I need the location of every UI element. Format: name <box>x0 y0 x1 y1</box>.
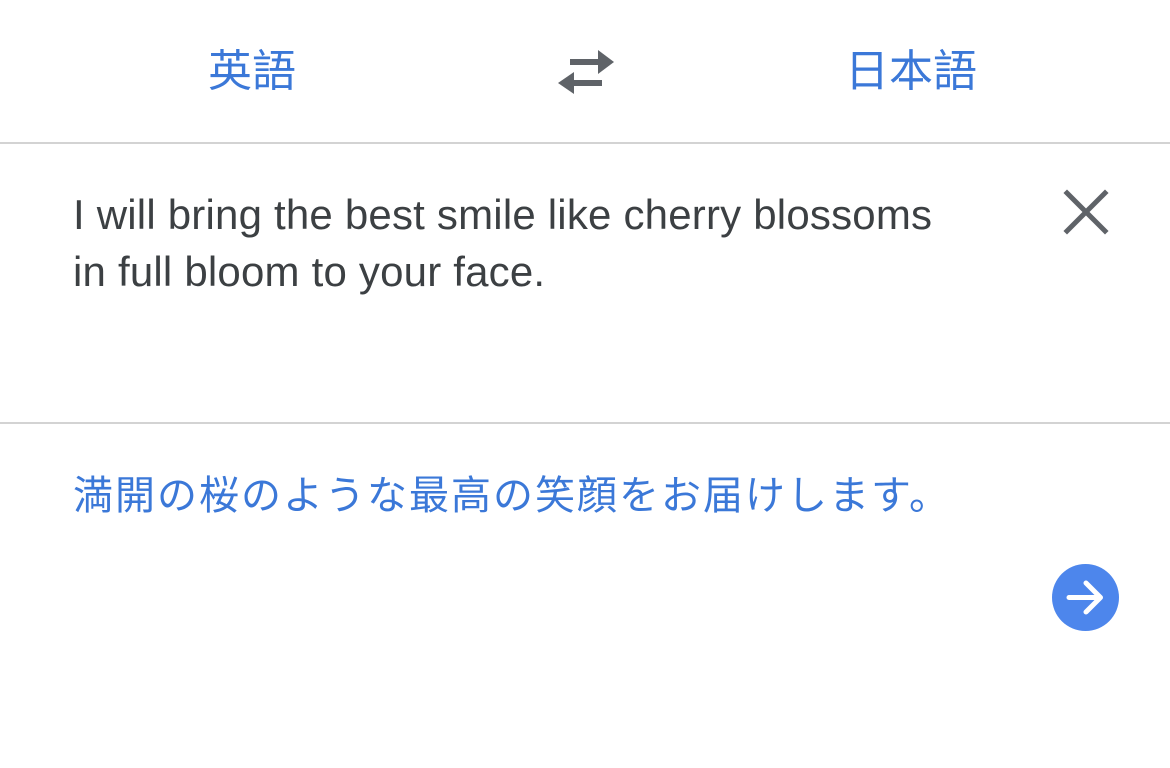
swap-languages-button[interactable] <box>556 50 616 96</box>
source-input-area[interactable]: I will bring the best smile like cherry … <box>0 144 1170 424</box>
language-bar: 英語 日本語 <box>0 0 1170 144</box>
source-language-button[interactable]: 英語 <box>208 40 296 104</box>
translate-app: 英語 日本語 I will bring the best smile like … <box>0 0 1170 768</box>
target-language-button[interactable]: 日本語 <box>845 40 977 104</box>
translation-result-area: 満開の桜のような最高の笑顔をお届けします。 <box>0 424 1170 768</box>
swap-arrows-icon <box>558 50 614 94</box>
translated-text: 満開の桜のような最高の笑顔をお届けします。 <box>73 473 951 519</box>
close-icon <box>1063 189 1109 235</box>
arrow-right-icon <box>1066 580 1103 615</box>
clear-text-button[interactable] <box>1062 188 1110 236</box>
open-translation-button[interactable] <box>1052 564 1119 631</box>
source-text-input[interactable]: I will bring the best smile like cherry … <box>73 186 973 300</box>
